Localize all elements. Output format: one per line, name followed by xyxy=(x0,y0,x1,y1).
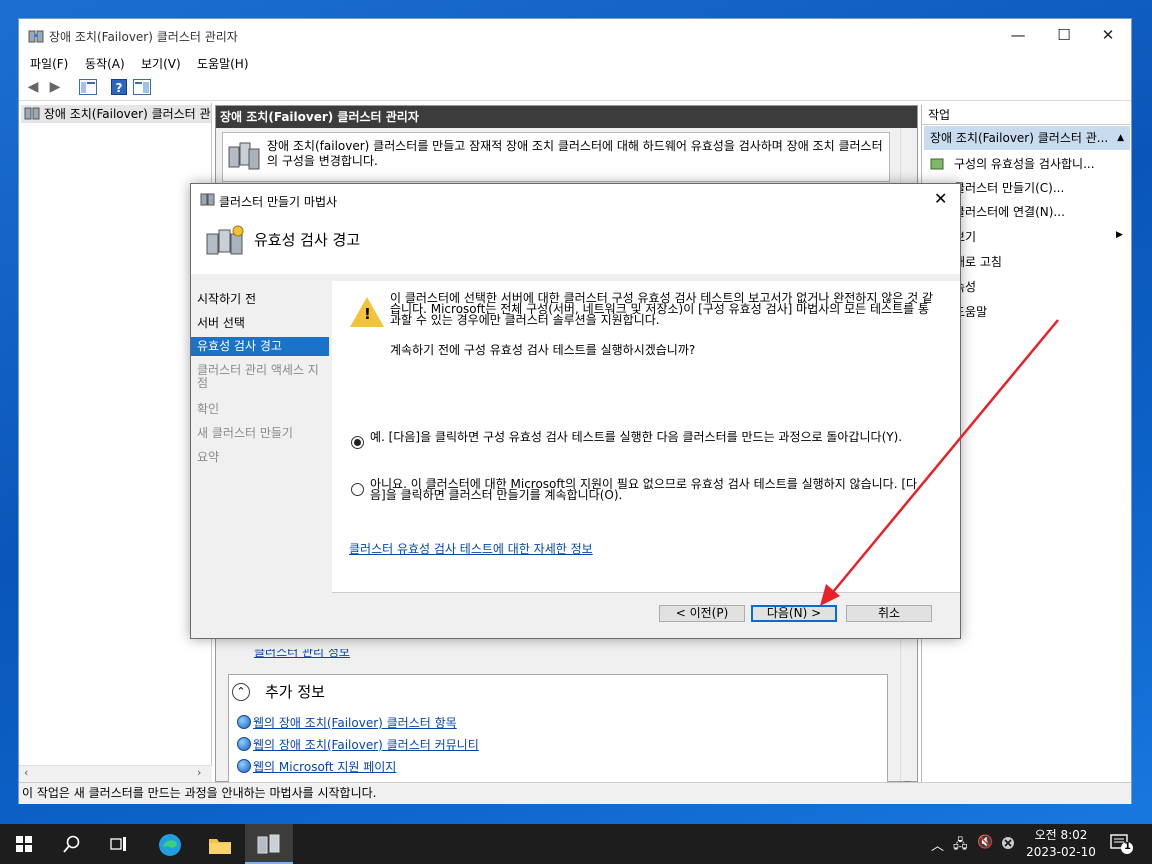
menu-action[interactable]: 동작(A) xyxy=(85,55,125,72)
wizard-header: 클러스터 만들기 마법사 ✕ 유효성 검사 경고 xyxy=(191,184,960,274)
cluster-manager-taskbar-icon xyxy=(257,834,280,854)
web-link-support[interactable]: 웹의 Microsoft 지원 페이지 xyxy=(253,758,396,775)
step-summary: 요약 xyxy=(197,450,220,464)
center-header: 장애 조치(Failover) 클러스터 관리자 xyxy=(216,106,917,128)
action-refresh[interactable]: 새로 고침 xyxy=(954,251,1002,273)
web-globe-icon xyxy=(237,715,251,729)
submenu-arrow-icon: ▶ xyxy=(1116,230,1123,240)
file-explorer-icon[interactable] xyxy=(208,835,232,855)
search-icon[interactable] xyxy=(63,835,81,853)
cluster-servers-icon xyxy=(228,142,260,170)
clock-date: 2023-02-10 xyxy=(1026,845,1096,859)
web-link-topics[interactable]: 웹의 장애 조치(Failover) 클러스터 항목 xyxy=(253,714,457,731)
web-globe-icon xyxy=(237,759,251,773)
status-bar: 이 작업은 새 클러스터를 만드는 과정을 안내하는 마법사를 시작합니다. xyxy=(19,782,1131,804)
step-access-point: 클러스터 관리 액세스 지점 xyxy=(197,363,319,390)
back-arrow-icon[interactable]: ◀ xyxy=(24,78,42,96)
option-no-label[interactable]: 아니요. 이 클러스터에 대한 Microsoft의 지원이 필요 없으므로 유… xyxy=(370,478,930,501)
wizard-close-button[interactable]: ✕ xyxy=(934,189,947,208)
web-link-community[interactable]: 웹의 장애 조치(Failover) 클러스터 커뮤니티 xyxy=(253,736,479,753)
action-connect-cluster[interactable]: 클러스터에 연결(N)... xyxy=(954,201,1065,223)
option-no-radio[interactable] xyxy=(351,483,364,496)
title-bar[interactable]: 장애 조치(Failover) 클러스터 관리자 — ☐ ✕ xyxy=(19,19,1131,52)
back-button[interactable]: < 이전(P) xyxy=(659,605,745,622)
cluster-node-icon xyxy=(24,107,40,120)
edge-browser-icon[interactable] xyxy=(158,833,182,857)
wizard-servers-icon xyxy=(206,225,244,255)
action-pane-icon[interactable] xyxy=(133,79,151,95)
actions-section-label: 장애 조치(Failover) 클러스터 관... xyxy=(930,131,1109,145)
task-view-icon[interactable] xyxy=(110,836,128,852)
taskbar: ︿ 🖧 🔇 오전 8:02 2023-02-10 1 xyxy=(0,824,1152,864)
minimize-button[interactable]: — xyxy=(995,19,1041,52)
next-button[interactable]: 다음(N) > xyxy=(751,605,837,622)
actions-section-header[interactable]: 장애 조치(Failover) 클러스터 관... ▲ xyxy=(924,126,1130,150)
taskbar-cluster-manager-button[interactable] xyxy=(245,824,293,864)
status-error-icon[interactable] xyxy=(1001,836,1015,850)
option-yes-label[interactable]: 예. [다음]을 클릭하면 구성 유효성 검사 테스트를 실행한 다음 클러스터… xyxy=(370,431,930,443)
menu-bar: 파일(F) 동작(A) 보기(V) 도움말(H) xyxy=(19,52,1131,74)
wizard-content: ! 이 클러스터에 선택한 서버에 대한 클러스터 구성 유효성 검사 테스트의… xyxy=(332,281,960,592)
forward-arrow-icon[interactable]: ▶ xyxy=(46,78,64,96)
step-confirmation: 확인 xyxy=(197,402,220,416)
clock-time: 오전 8:02 xyxy=(1034,828,1088,842)
warning-exclamation: ! xyxy=(364,305,371,323)
tree-horizontal-scrollbar[interactable]: ‹ › xyxy=(19,765,212,782)
toolbar: ◀ ▶ ? xyxy=(19,74,1131,101)
window-title: 장애 조치(Failover) 클러스터 관리자 xyxy=(49,30,238,44)
cancel-button[interactable]: 취소 xyxy=(846,605,932,622)
more-info-section: ⌃ 추가 정보 웹의 장애 조치(Failover) 클러스터 항목 웹의 장애… xyxy=(228,674,888,792)
collapse-chevron-icon[interactable]: ⌃ xyxy=(232,683,250,701)
action-validate[interactable]: 구성의 유효성을 검사합니... xyxy=(954,153,1095,175)
help-icon[interactable]: ? xyxy=(111,79,127,95)
system-clock[interactable]: 오전 8:02 2023-02-10 xyxy=(1022,827,1100,861)
tree-root-label: 장애 조치(Failover) 클러스터 관 xyxy=(43,107,211,121)
step-select-servers: 서버 선택 xyxy=(197,316,245,330)
overview-box: 장애 조치(failover) 클러스터를 만들고 잠재적 장애 조치 클러스터… xyxy=(222,132,890,182)
wizard-page-heading: 유효성 검사 경고 xyxy=(254,231,361,249)
windows-start-icon[interactable] xyxy=(16,836,32,852)
action-create-cluster[interactable]: 클러스터 만들기(C)... xyxy=(954,177,1064,199)
scroll-right-icon[interactable]: › xyxy=(197,766,201,779)
tray-overflow-chevron-icon[interactable]: ︿ xyxy=(931,835,944,854)
create-cluster-wizard: 클러스터 만들기 마법사 ✕ 유효성 검사 경고 시작하기 전 서버 선택 유효… xyxy=(190,183,961,639)
volume-muted-icon[interactable]: 🔇 xyxy=(977,835,993,850)
network-icon[interactable]: 🖧 xyxy=(953,835,968,857)
warning-message: 이 클러스터에 선택한 서버에 대한 클러스터 구성 유효성 검사 테스트의 보… xyxy=(390,291,933,327)
collapse-up-icon[interactable]: ▲ xyxy=(1117,126,1124,150)
wizard-button-separator xyxy=(332,592,960,593)
console-tree: 장애 조치(Failover) 클러스터 관 xyxy=(19,103,212,780)
tree-root-item[interactable]: 장애 조치(Failover) 클러스터 관 xyxy=(21,105,211,123)
maximize-button[interactable]: ☐ xyxy=(1041,19,1087,52)
step-before-you-begin: 시작하기 전 xyxy=(197,292,257,306)
wizard-app-icon xyxy=(200,193,215,206)
wizard-steps: 시작하기 전 서버 선택 유효성 검사 경고 클러스터 관리 액세스 지점 확인… xyxy=(191,281,331,638)
notification-count-badge: 1 xyxy=(1124,841,1131,852)
validation-info-link[interactable]: 클러스터 유효성 검사 테스트에 대한 자세한 정보 xyxy=(349,542,593,556)
validate-icon xyxy=(930,158,944,170)
step-validation-warning: 유효성 검사 경고 xyxy=(191,337,329,356)
continue-question: 계속하기 전에 구성 유효성 검사 테스트를 실행하시겠습니까? xyxy=(390,343,696,357)
svg-text:?: ? xyxy=(116,81,123,95)
step-create-new-cluster: 새 클러스터 만들기 xyxy=(197,426,293,440)
wizard-title: 클러스터 만들기 마법사 xyxy=(219,195,338,209)
web-globe-icon xyxy=(237,737,251,751)
cluster-app-icon xyxy=(28,30,44,43)
overview-description: 장애 조치(failover) 클러스터를 만들고 잠재적 장애 조치 클러스터… xyxy=(267,139,883,168)
close-button[interactable]: ✕ xyxy=(1085,19,1131,52)
show-hide-tree-icon[interactable] xyxy=(79,79,97,95)
option-yes-radio[interactable] xyxy=(351,436,364,449)
menu-view[interactable]: 보기(V) xyxy=(141,55,181,72)
more-info-title: 추가 정보 xyxy=(265,683,325,701)
scroll-left-icon[interactable]: ‹ xyxy=(24,766,28,779)
actions-header: 작업 xyxy=(922,105,1130,125)
partial-hidden-link[interactable]: 클러스터 관리 정보 xyxy=(254,649,350,659)
menu-file[interactable]: 파일(F) xyxy=(30,55,68,72)
menu-help[interactable]: 도움말(H) xyxy=(197,55,249,72)
